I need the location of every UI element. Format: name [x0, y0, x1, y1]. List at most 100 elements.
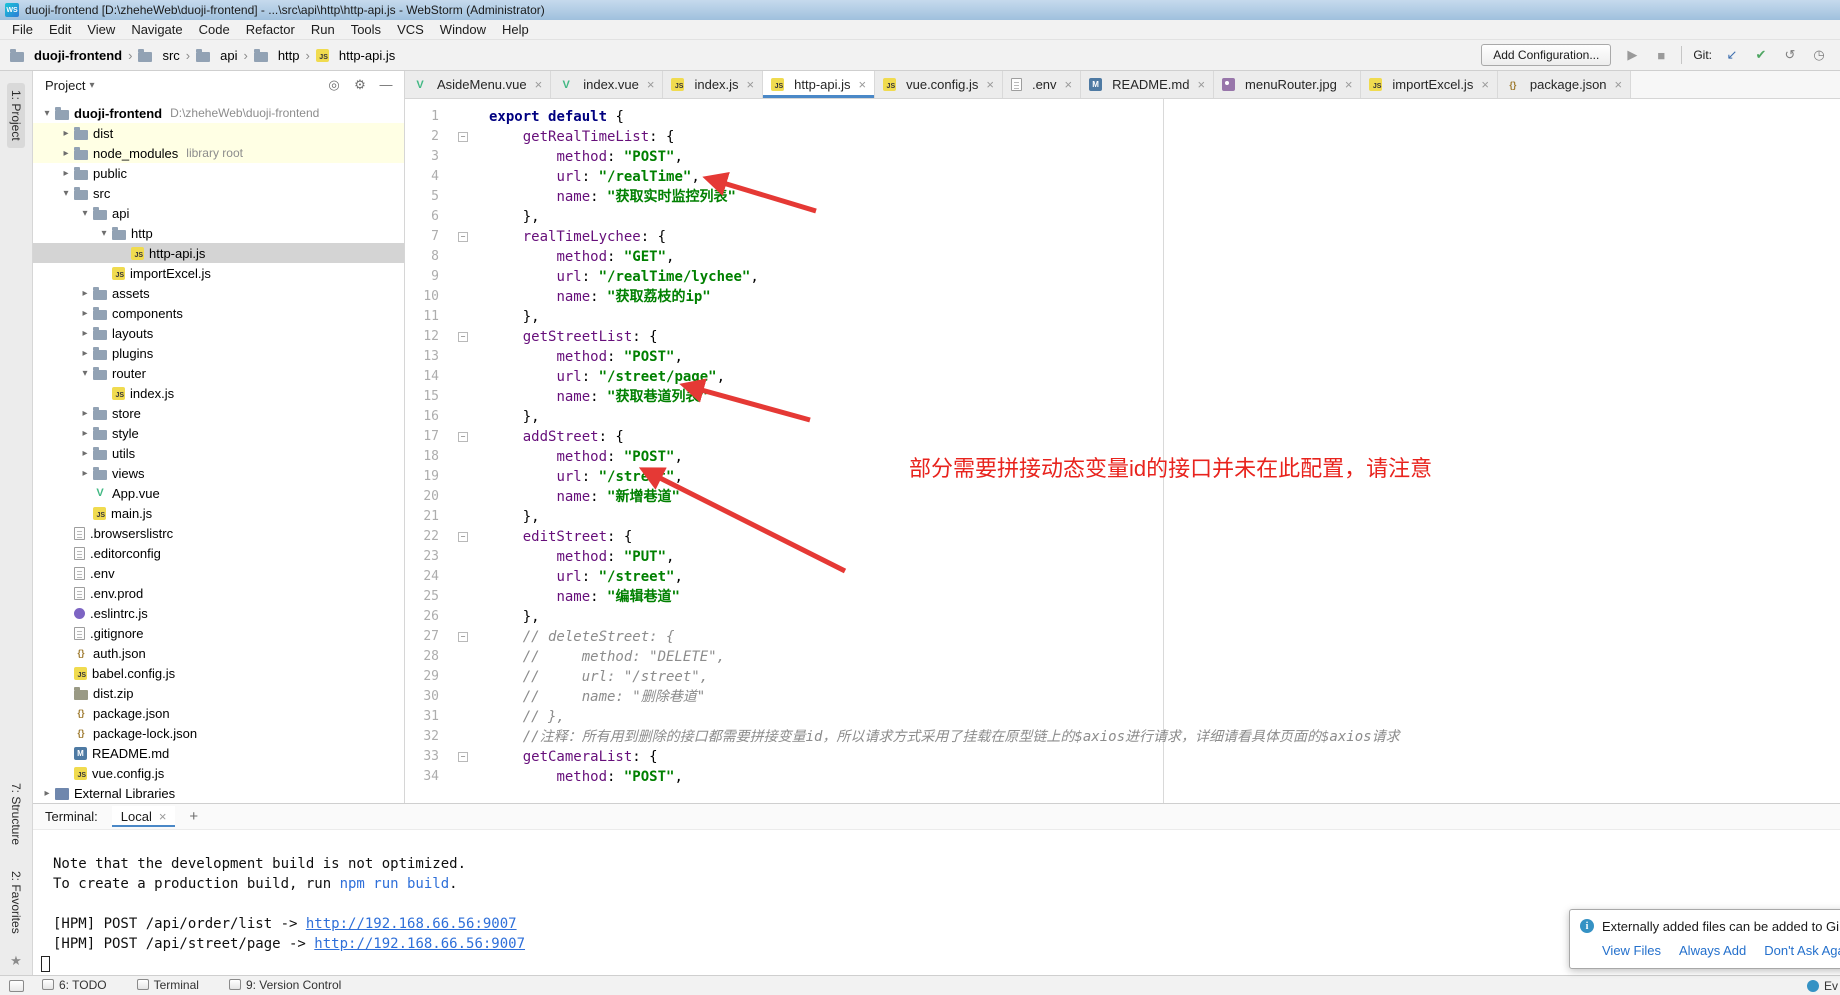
tree-item-public[interactable]: ▸public [33, 163, 404, 183]
chevron-right-icon[interactable]: ▸ [39, 788, 55, 799]
code-text[interactable]: addStreet: { [489, 427, 624, 447]
chevron-right-icon[interactable]: ▸ [77, 448, 93, 459]
new-terminal-button[interactable]: + [189, 808, 198, 825]
tool-strip-project-button[interactable]: 1: Project [7, 83, 25, 148]
tree-item-index-js[interactable]: JSindex.js [33, 383, 404, 403]
breadcrumb-item-src[interactable]: src [136, 48, 181, 63]
commit-icon[interactable]: ✔ [1752, 47, 1770, 63]
tree-item-babel-config-js[interactable]: JSbabel.config.js [33, 663, 404, 683]
menu-item-file[interactable]: File [4, 20, 41, 39]
code-text[interactable]: url: "/realTime/lychee", [489, 267, 759, 287]
project-panel-title[interactable]: Project [45, 78, 85, 93]
code-text[interactable]: name: "获取实时监控列表" [489, 187, 736, 207]
tree-item-vue-config-js[interactable]: JSvue.config.js [33, 763, 404, 783]
close-icon[interactable]: × [747, 77, 755, 92]
menu-item-refactor[interactable]: Refactor [238, 20, 303, 39]
statusbar-6-todo[interactable]: 6: TODO [42, 978, 107, 992]
editor-tab-index-js[interactable]: JSindex.js× [663, 71, 763, 98]
code-text[interactable]: export default { [489, 107, 624, 127]
code-text[interactable]: getCameraList: { [489, 747, 658, 767]
chevron-right-icon[interactable]: ▸ [77, 328, 93, 339]
hide-panel-icon[interactable]: — [378, 77, 394, 93]
code-text[interactable]: getStreetList: { [489, 327, 658, 347]
chevron-down-icon[interactable]: ▾ [89, 80, 94, 91]
close-icon[interactable]: × [1345, 77, 1353, 92]
notification-action-view-files[interactable]: View Files [1602, 943, 1661, 958]
close-icon[interactable]: × [535, 77, 543, 92]
code-text[interactable]: }, [489, 507, 540, 527]
close-icon[interactable]: × [1197, 77, 1205, 92]
breadcrumb-item-http[interactable]: http [252, 48, 302, 63]
update-project-icon[interactable]: ↙ [1723, 47, 1741, 63]
fold-icon[interactable]: − [458, 752, 468, 762]
menu-item-navigate[interactable]: Navigate [123, 20, 190, 39]
code-text[interactable]: method: "POST", [489, 767, 683, 787]
code-text[interactable]: method: "PUT", [489, 547, 674, 567]
menu-item-run[interactable]: Run [303, 20, 343, 39]
editor-tab-importexcel-js[interactable]: JSimportExcel.js× [1361, 71, 1498, 98]
tree-item-assets[interactable]: ▸assets [33, 283, 404, 303]
code-text[interactable]: url: "/realTime", [489, 167, 700, 187]
chevron-right-icon[interactable]: ▸ [58, 148, 74, 159]
chevron-right-icon[interactable]: ▸ [77, 308, 93, 319]
tree-item-dist[interactable]: ▸dist [33, 123, 404, 143]
terminal-cursor[interactable] [41, 956, 50, 972]
tree-item-dist-zip[interactable]: dist.zip [33, 683, 404, 703]
editor-tab-vue-config-js[interactable]: JSvue.config.js× [875, 71, 1003, 98]
chevron-down-icon[interactable]: ▾ [96, 228, 112, 239]
breadcrumb-item-http-api-js[interactable]: JShttp-api.js [314, 48, 397, 63]
tree-item-editorconfig[interactable]: .editorconfig [33, 543, 404, 563]
tree-item-env[interactable]: .env [33, 563, 404, 583]
tree-item-app-vue[interactable]: VApp.vue [33, 483, 404, 503]
code-text[interactable]: method: "POST", [489, 447, 683, 467]
favorites-star-icon[interactable]: ★ [10, 953, 22, 969]
terminal-text[interactable]: npm run build [340, 876, 450, 892]
editor-tab-index-vue[interactable]: Vindex.vue× [551, 71, 663, 98]
tree-item-utils[interactable]: ▸utils [33, 443, 404, 463]
rollback-icon[interactable]: ↺ [1781, 47, 1799, 63]
chevron-down-icon[interactable]: ▾ [39, 108, 55, 119]
code-text[interactable]: // deleteStreet: { [489, 627, 674, 647]
code-text[interactable]: url: "/street/page", [489, 367, 725, 387]
code-text[interactable]: // }, [489, 707, 565, 727]
code-text[interactable]: name: "编辑巷道" [489, 587, 680, 607]
chevron-right-icon[interactable]: ▸ [77, 428, 93, 439]
chevron-down-icon[interactable]: ▾ [77, 368, 93, 379]
tree-item-auth-json[interactable]: {}auth.json [33, 643, 404, 663]
menu-item-vcs[interactable]: VCS [389, 20, 432, 39]
tool-strip-favorites-button[interactable]: 2: Favorites [7, 864, 25, 941]
event-log-label[interactable]: Ev [1824, 979, 1838, 993]
notification-action-don-t-ask-agai[interactable]: Don't Ask Agai [1764, 943, 1840, 958]
code-text[interactable]: editStreet: { [489, 527, 632, 547]
menu-item-help[interactable]: Help [494, 20, 537, 39]
code-text[interactable]: }, [489, 207, 540, 227]
menu-item-code[interactable]: Code [191, 20, 238, 39]
code-text[interactable]: //注释：所有用到删除的接口都需要拼接变量id，所以请求方式采用了挂载在原型链上… [489, 727, 1400, 747]
breadcrumb-item-api[interactable]: api [194, 48, 239, 63]
code-text[interactable]: name: "获取巷道列表" [489, 387, 708, 407]
close-icon[interactable]: × [859, 77, 867, 92]
menu-item-window[interactable]: Window [432, 20, 494, 39]
editor-tab-env[interactable]: .env× [1003, 71, 1081, 98]
tool-strip-structure-button[interactable]: 7: Structure [7, 776, 25, 852]
tree-item-components[interactable]: ▸components [33, 303, 404, 323]
close-icon[interactable]: × [1615, 77, 1623, 92]
fold-icon[interactable]: − [458, 332, 468, 342]
tree-item-package-lock-json[interactable]: {}package-lock.json [33, 723, 404, 743]
tree-item-layouts[interactable]: ▸layouts [33, 323, 404, 343]
tree-item-src[interactable]: ▾src [33, 183, 404, 203]
close-icon[interactable]: × [159, 809, 167, 824]
fold-icon[interactable]: − [458, 532, 468, 542]
editor-tab-readme-md[interactable]: MREADME.md× [1081, 71, 1214, 98]
tree-item-plugins[interactable]: ▸plugins [33, 343, 404, 363]
tree-item-main-js[interactable]: JSmain.js [33, 503, 404, 523]
close-icon[interactable]: × [1065, 77, 1073, 92]
tree-item-node-modules[interactable]: ▸node_moduleslibrary root [33, 143, 404, 163]
code-text[interactable]: realTimeLychee: { [489, 227, 666, 247]
add-configuration-button[interactable]: Add Configuration... [1481, 44, 1611, 66]
tree-item-eslintrc-js[interactable]: .eslintrc.js [33, 603, 404, 623]
fold-icon[interactable]: − [458, 132, 468, 142]
breadcrumb-item-duoji-frontend[interactable]: duoji-frontend [8, 48, 124, 63]
code-text[interactable]: method: "POST", [489, 347, 683, 367]
tree-item-importexcel-js[interactable]: JSimportExcel.js [33, 263, 404, 283]
